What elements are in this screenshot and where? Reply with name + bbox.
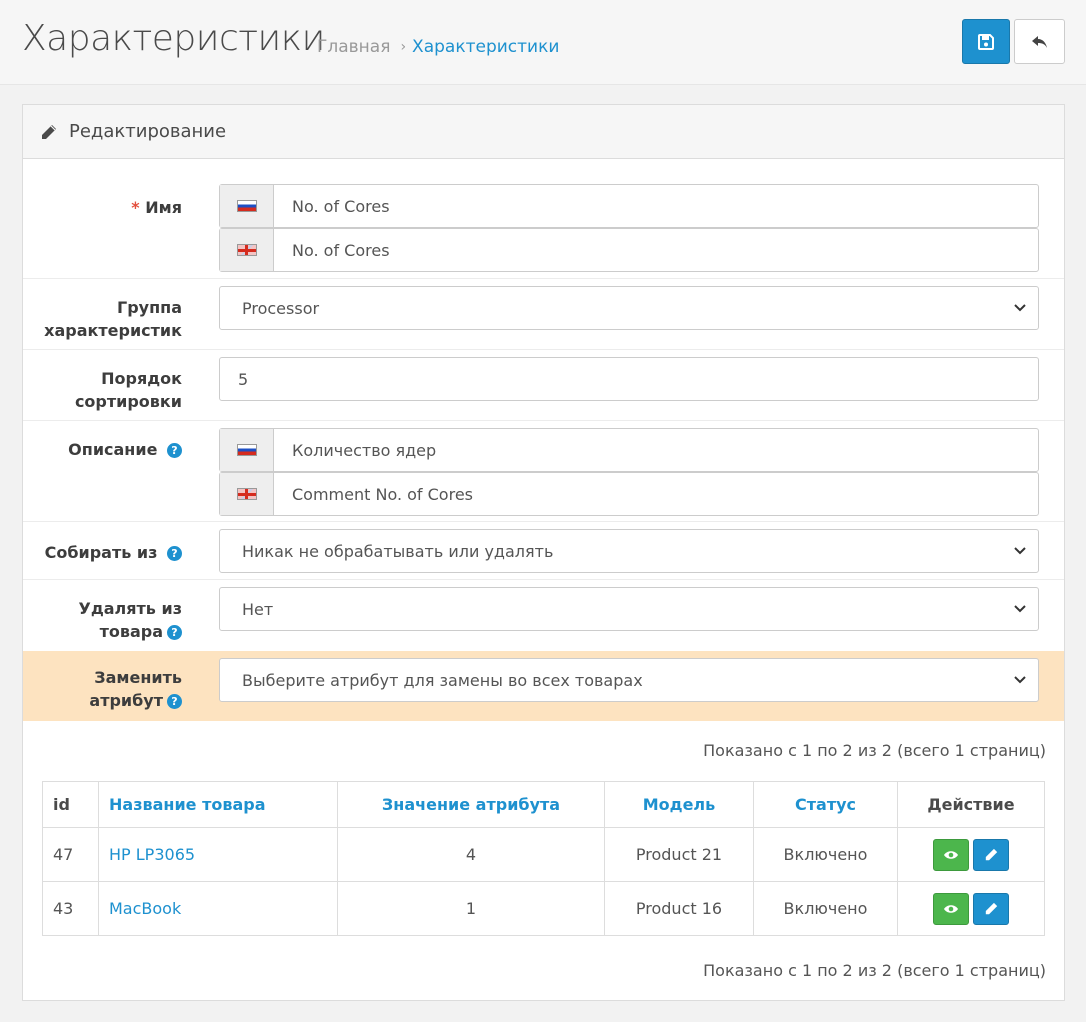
- page-header: Характеристики Главная › Характеристики: [0, 0, 1086, 85]
- russia-flag-icon: [236, 444, 257, 456]
- cell-product-name: HP LP3065: [98, 827, 338, 882]
- replace-attribute-row: Заменить атрибут? Выберите атрибут для з…: [23, 651, 1064, 721]
- table-row: 47 HP LP3065 4 Product 21 Включено: [42, 827, 1045, 882]
- attribute-group-select[interactable]: Processor: [219, 286, 1039, 330]
- cell-status: Включено: [753, 881, 898, 936]
- description-input-ru[interactable]: Количество ядер: [219, 428, 1039, 472]
- collect-from-label: Собирать из ?: [45, 541, 182, 564]
- floppy-icon: [978, 33, 994, 50]
- column-header-action: Действие: [897, 781, 1045, 828]
- help-icon[interactable]: ?: [167, 546, 182, 561]
- name-label: * Имя: [131, 198, 182, 217]
- cell-actions: [897, 827, 1045, 882]
- breadcrumb-current-link[interactable]: Характеристики: [412, 37, 559, 57]
- uk-flag-icon: [236, 244, 257, 256]
- eye-icon: [944, 904, 958, 913]
- cell-model: Product 21: [604, 827, 754, 882]
- cell-status: Включено: [753, 827, 898, 882]
- attribute-group-row: Группа характеристик Processor: [23, 278, 1064, 349]
- cell-id: 43: [42, 881, 99, 936]
- help-icon[interactable]: ?: [167, 443, 182, 458]
- breadcrumb: Главная › Характеристики: [317, 37, 559, 57]
- save-button[interactable]: [962, 19, 1010, 64]
- column-header-model[interactable]: Модель: [604, 781, 754, 828]
- panel-heading: Редактирование: [23, 105, 1064, 159]
- description-label: Описание ?: [68, 438, 182, 461]
- description-input-en[interactable]: Comment No. of Cores: [219, 472, 1039, 516]
- language-addon-en: [220, 229, 274, 271]
- language-addon-ru: [220, 185, 274, 227]
- remove-from-product-select[interactable]: Нет: [219, 587, 1039, 631]
- cell-product-name: MacBook: [98, 881, 338, 936]
- eye-icon: [944, 850, 958, 859]
- sort-order-label: Порядок сортировки: [74, 369, 182, 411]
- language-addon-ru: [220, 429, 274, 471]
- column-header-attribute-value[interactable]: Значение атрибута: [337, 781, 605, 828]
- remove-from-product-label: Удалять из товара?: [78, 599, 182, 641]
- table-header-row: id Название товара Значение атрибута Мод…: [42, 781, 1045, 828]
- chevron-down-icon: [1014, 676, 1026, 684]
- chevron-down-icon: [1014, 547, 1026, 555]
- view-button[interactable]: [933, 892, 969, 925]
- product-link[interactable]: MacBook: [109, 899, 181, 918]
- required-marker: *: [131, 198, 140, 217]
- breadcrumb-home-link[interactable]: Главная: [317, 37, 390, 57]
- description-row: Описание ? Количество ядер Comment No. o…: [23, 420, 1064, 521]
- product-link[interactable]: HP LP3065: [109, 845, 195, 864]
- column-header-status[interactable]: Статус: [753, 781, 898, 828]
- cell-attribute-value: 1: [337, 881, 605, 936]
- chevron-down-icon: [1014, 605, 1026, 613]
- language-addon-en: [220, 473, 274, 515]
- russia-flag-icon: [236, 200, 257, 212]
- name-input-en[interactable]: No. of Cores: [219, 228, 1039, 272]
- cell-id: 47: [42, 827, 99, 882]
- pencil-icon: [985, 848, 997, 861]
- uk-flag-icon: [236, 488, 257, 500]
- view-button[interactable]: [933, 838, 969, 871]
- back-button[interactable]: [1014, 19, 1065, 64]
- table-row: 43 MacBook 1 Product 16 Включено: [42, 881, 1045, 936]
- column-header-id: id: [42, 781, 99, 828]
- help-icon[interactable]: ?: [167, 694, 182, 709]
- products-table: id Название товара Значение атрибута Мод…: [42, 781, 1045, 936]
- pencil-icon: [985, 902, 997, 915]
- edit-button[interactable]: [973, 838, 1009, 871]
- replace-attribute-select[interactable]: Выберите атрибут для замены во всех това…: [219, 658, 1039, 702]
- column-header-product-name[interactable]: Название товара: [98, 781, 338, 828]
- replace-attribute-label: Заменить атрибут?: [89, 668, 182, 710]
- sort-order-input[interactable]: 5: [219, 357, 1039, 401]
- collect-from-select[interactable]: Никак не обрабатывать или удалять: [219, 529, 1039, 573]
- chevron-down-icon: [1014, 304, 1026, 312]
- breadcrumb-separator: ›: [400, 39, 407, 55]
- edit-button[interactable]: [973, 892, 1009, 925]
- help-icon[interactable]: ?: [167, 625, 182, 640]
- reply-icon: [1031, 35, 1047, 48]
- panel-title: Редактирование: [69, 121, 227, 142]
- page-title: Характеристики: [22, 18, 325, 59]
- edit-panel: Редактирование * Имя No. of Cores No. of…: [22, 104, 1065, 1001]
- name-row: * Имя No. of Cores No. of Cores: [23, 161, 1064, 278]
- collect-from-row: Собирать из ? Никак не обрабатывать или …: [23, 521, 1064, 579]
- cell-model: Product 16: [604, 881, 754, 936]
- sort-order-row: Порядок сортировки 5: [23, 349, 1064, 420]
- attribute-group-label: Группа характеристик: [44, 298, 182, 340]
- cell-actions: [897, 881, 1045, 936]
- remove-from-product-row: Удалять из товара? Нет: [23, 579, 1064, 651]
- pencil-icon: [42, 124, 56, 139]
- pagination-summary-bottom: Показано с 1 по 2 из 2 (всего 1 страниц): [703, 961, 1046, 980]
- cell-attribute-value: 4: [337, 827, 605, 882]
- pagination-summary-top: Показано с 1 по 2 из 2 (всего 1 страниц): [703, 741, 1046, 760]
- name-input-ru[interactable]: No. of Cores: [219, 184, 1039, 228]
